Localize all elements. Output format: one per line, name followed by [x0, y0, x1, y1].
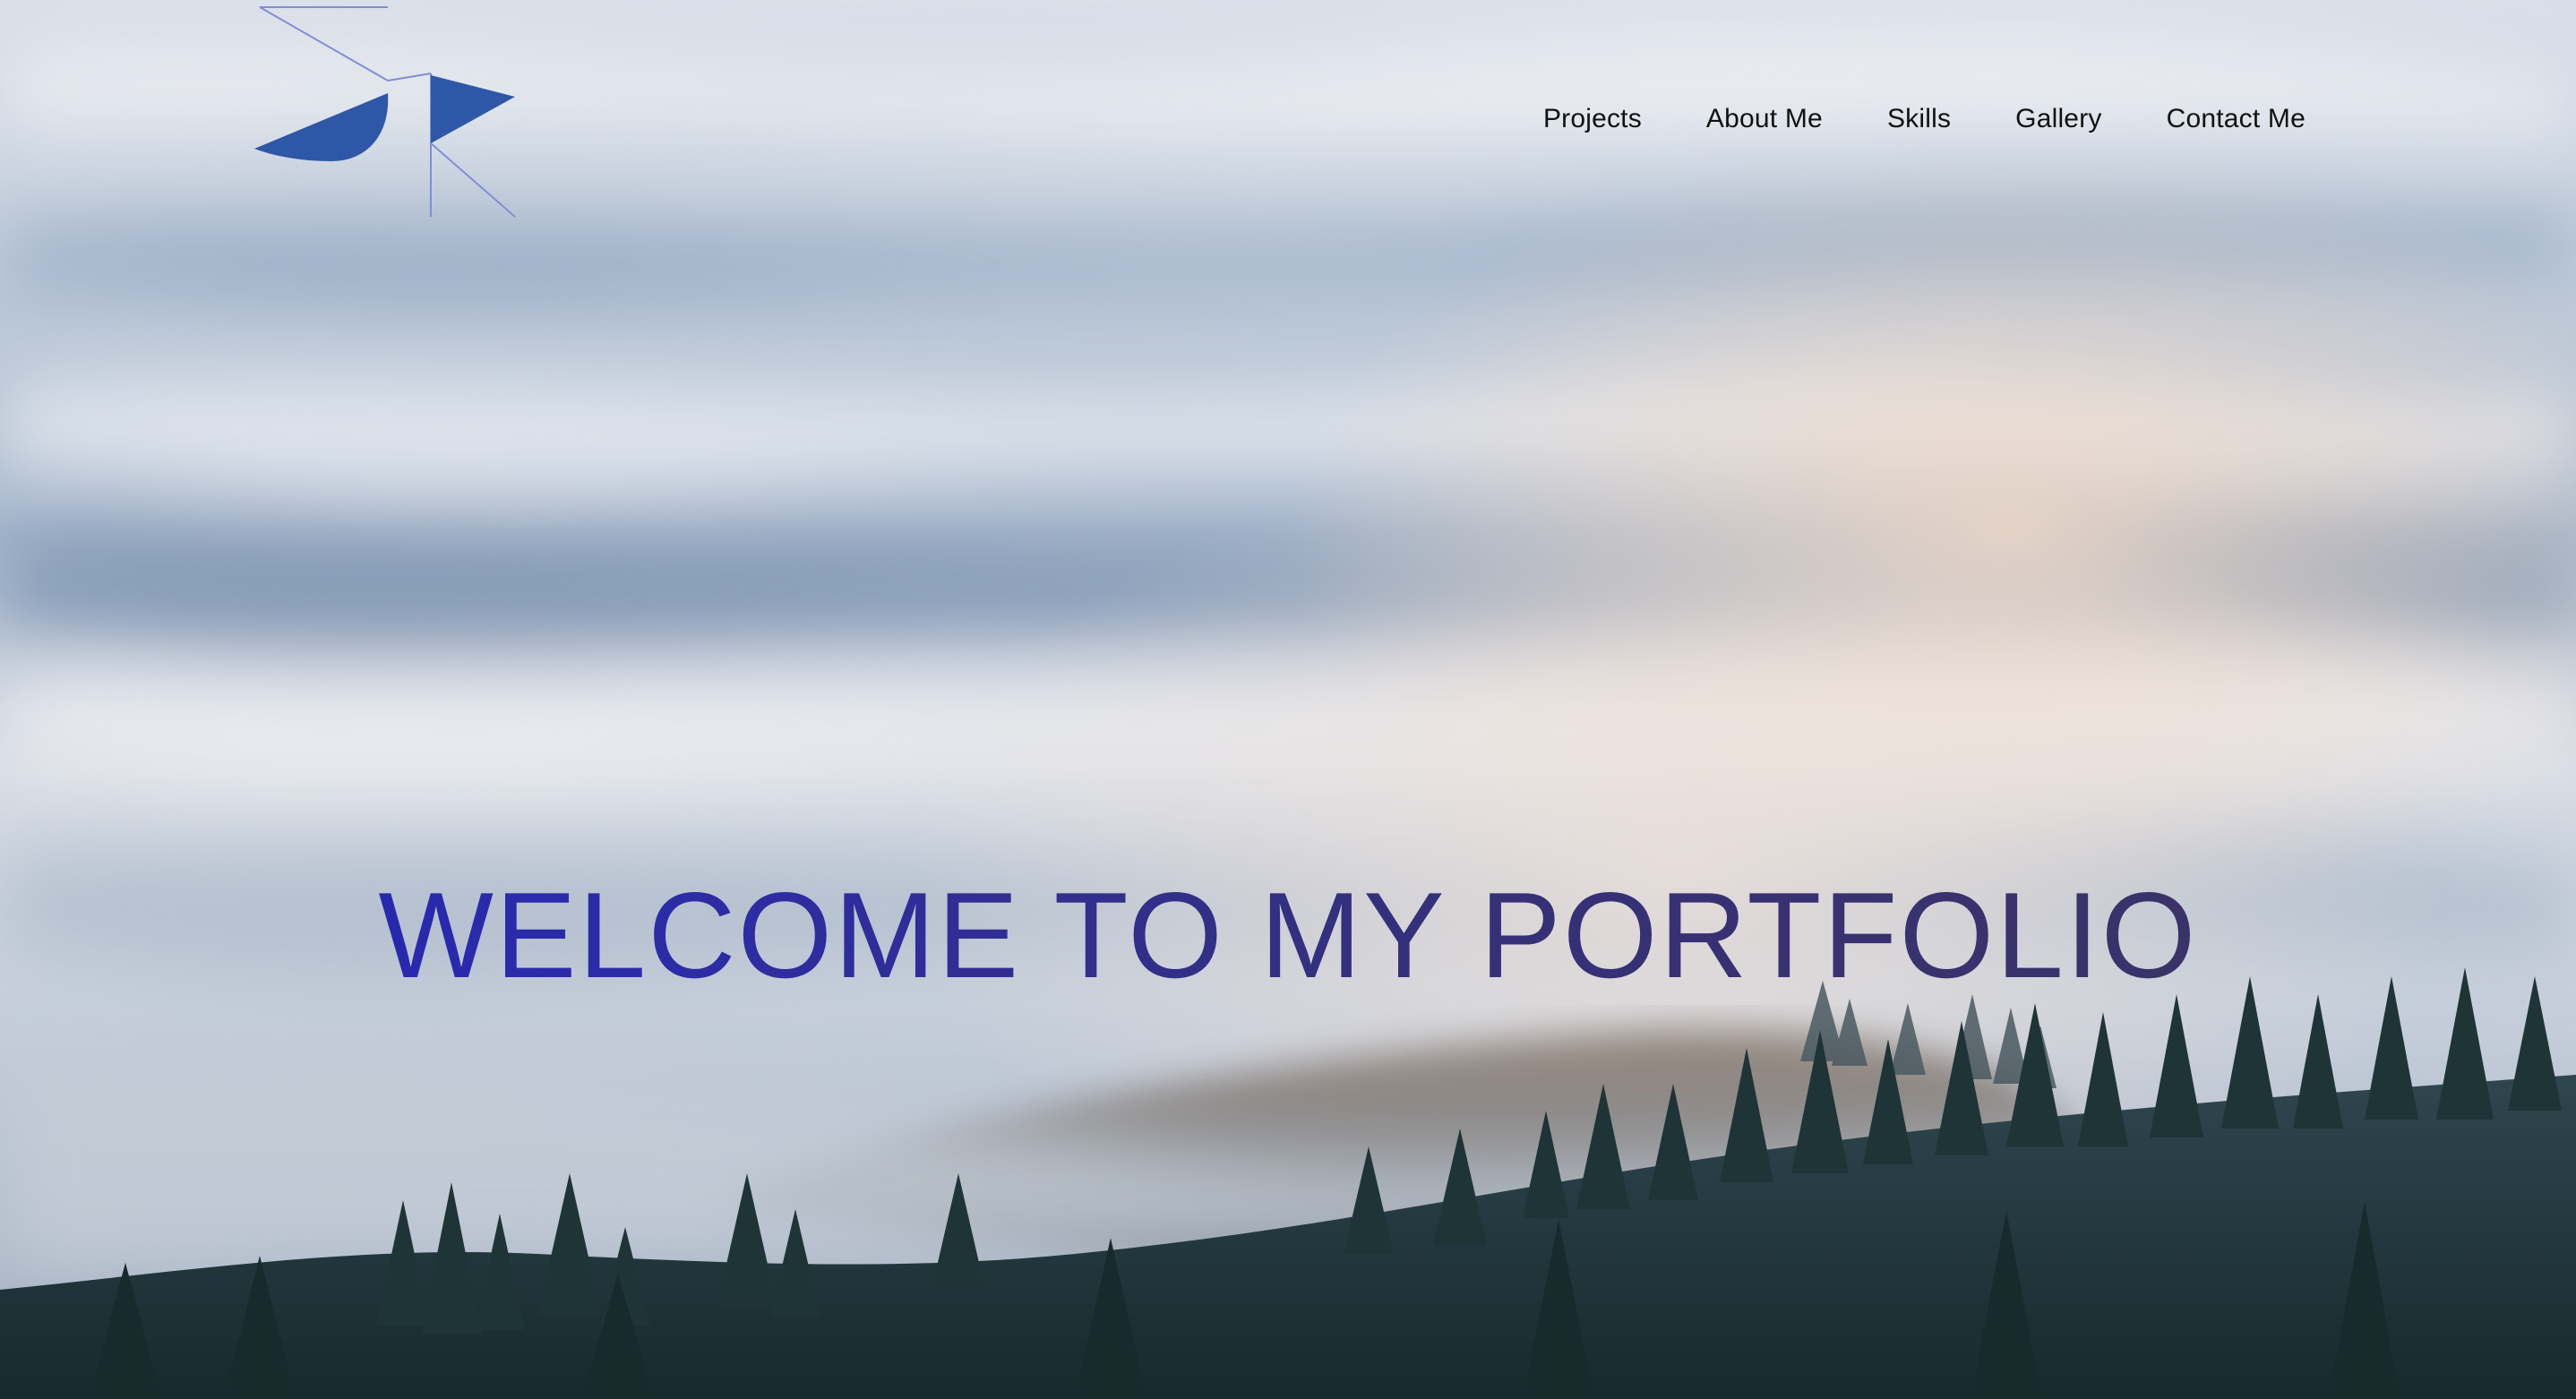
nav-item-gallery[interactable]: Gallery [2015, 97, 2101, 142]
jr-geometric-logo-icon [254, 6, 516, 218]
hero-title: WELCOME TO MY PORTFOLIO [0, 874, 2576, 996]
nav-item-skills[interactable]: Skills [1887, 97, 1951, 142]
main-nav: Projects About Me Skills Gallery Contact… [1543, 97, 2306, 142]
nav-item-about-me[interactable]: About Me [1706, 97, 1823, 142]
nav-item-contact-me[interactable]: Contact Me [2167, 97, 2306, 142]
nav-item-projects[interactable]: Projects [1543, 97, 1642, 142]
logo[interactable] [242, 0, 528, 224]
